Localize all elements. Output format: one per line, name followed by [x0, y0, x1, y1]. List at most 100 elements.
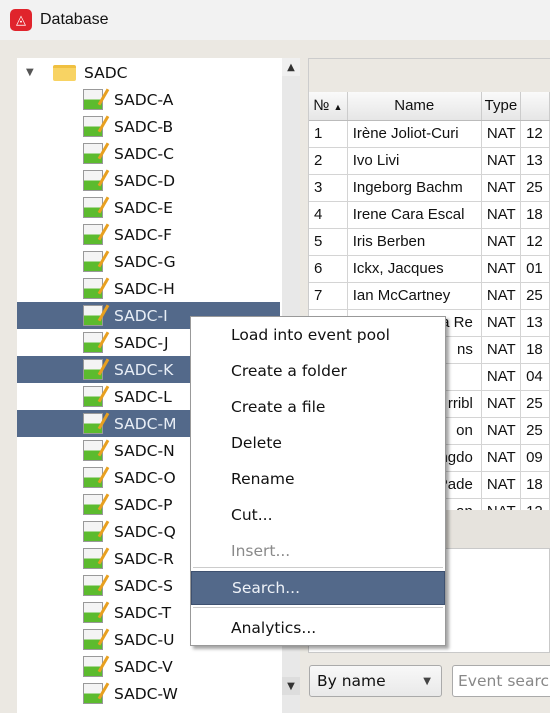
scroll-up-button[interactable]: ▲ [282, 58, 300, 76]
event-file-icon [83, 683, 103, 704]
sort-by-value: By name [317, 672, 386, 690]
event-file-icon [83, 656, 103, 677]
cell-type: NAT [481, 498, 522, 510]
menu-item-delete[interactable]: Delete [191, 426, 445, 460]
table-toolbar-area [308, 58, 550, 92]
tree-item-label: SADC-V [114, 657, 173, 676]
tree-item-label: SADC-C [114, 144, 174, 163]
tree-item[interactable]: SADC-W [17, 680, 280, 707]
column-header-number[interactable]: № ▲ [309, 92, 348, 121]
tree-item-label: SADC-T [114, 603, 172, 622]
cell-number: 7 [309, 282, 348, 310]
menu-item-analytics[interactable]: Analytics... [191, 611, 445, 645]
cell-date: 13 [520, 309, 550, 337]
table-row[interactable]: 6 Ickx, Jacques NAT 01 [309, 255, 550, 283]
tree-item-label: SADC-P [114, 495, 173, 514]
tree-item-label: SADC-O [114, 468, 176, 487]
menu-item-insert: Insert... [231, 542, 291, 560]
cell-type: NAT [481, 336, 522, 364]
tree-item[interactable]: SADC-A [17, 86, 280, 113]
table-row[interactable]: 3 Ingeborg Bachm NAT 25 [309, 174, 550, 202]
column-header-type[interactable]: Type [481, 92, 522, 121]
cell-type: NAT [481, 201, 522, 229]
tree-item-label: SADC-R [114, 549, 174, 568]
event-search-input[interactable]: Event search [452, 665, 550, 697]
cell-name: Irène Joliot-Curi [347, 120, 482, 148]
cell-number: 1 [309, 120, 348, 148]
tree-item[interactable]: SADC-H [17, 275, 280, 302]
tree-item[interactable]: SADC-G [17, 248, 280, 275]
cell-number: 6 [309, 255, 348, 283]
tree-item[interactable]: SADC-V [17, 653, 280, 680]
cell-name: Ivo Livi [347, 147, 482, 175]
tree-item-label: SADC-Q [114, 522, 176, 541]
column-header-name[interactable]: Name [347, 92, 482, 121]
search-placeholder: Event search [458, 672, 550, 690]
tree-root-label: SADC [84, 63, 128, 82]
tree-item-label: SADC-F [114, 225, 172, 244]
event-file-icon [83, 278, 103, 299]
event-file-icon [83, 359, 103, 380]
cell-date: 09 [520, 444, 550, 472]
cell-type: NAT [481, 255, 522, 283]
table-row[interactable]: 7 Ian McCartney NAT 25 [309, 282, 550, 310]
tree-item-label: SADC-G [114, 252, 176, 271]
menu-item-rename[interactable]: Rename [191, 462, 445, 496]
tree-item[interactable]: SADC-E [17, 194, 280, 221]
event-file-icon [83, 251, 103, 272]
column-header-date[interactable] [520, 92, 550, 121]
scroll-down-button[interactable]: ▼ [282, 677, 300, 695]
table-row[interactable]: 1 Irène Joliot-Curi NAT 12 [309, 120, 550, 148]
menu-item-create-a-folder[interactable]: Create a folder [191, 354, 445, 388]
cell-date: 18 [520, 336, 550, 364]
tree-item-label: SADC-I [114, 306, 168, 325]
cell-name: Iris Berben [347, 228, 482, 256]
collapse-arrow-icon[interactable]: ▼ [26, 67, 34, 78]
table-row[interactable]: 4 Irene Cara Escal NAT 18 [309, 201, 550, 229]
tree-item[interactable]: SADC-C [17, 140, 280, 167]
tree-item[interactable]: SADC-F [17, 221, 280, 248]
cell-number: 2 [309, 147, 348, 175]
cell-type: NAT [481, 417, 522, 445]
tree-item-label: SADC-K [114, 360, 174, 379]
event-file-icon [83, 89, 103, 110]
menu-item-create-a-file[interactable]: Create a file [191, 390, 445, 424]
sort-by-select[interactable]: By name ▼ [309, 665, 442, 697]
tree-item-label: SADC-J [114, 333, 169, 352]
cell-type: NAT [481, 471, 522, 499]
event-file-icon [83, 602, 103, 623]
cell-date: 18 [520, 471, 550, 499]
cell-name: Ickx, Jacques [347, 255, 482, 283]
menu-item-load-into-event-pool[interactable]: Load into event pool [191, 318, 445, 352]
tree-item-label: SADC-A [114, 90, 174, 109]
cell-type: NAT [481, 120, 522, 148]
cell-date: 25 [520, 174, 550, 202]
table-row[interactable]: 2 Ivo Livi NAT 13 [309, 147, 550, 175]
tree-item[interactable]: SADC-D [17, 167, 280, 194]
event-file-icon [83, 467, 103, 488]
tree-item-label: SADC-H [114, 279, 175, 298]
menu-item-cut[interactable]: Cut... [191, 498, 445, 532]
cell-date: 12 [520, 228, 550, 256]
cell-date: 25 [520, 417, 550, 445]
cell-number: 5 [309, 228, 348, 256]
cell-type: NAT [481, 228, 522, 256]
table-row[interactable]: 5 Iris Berben NAT 12 [309, 228, 550, 256]
event-file-icon [83, 413, 103, 434]
cell-type: NAT [481, 444, 522, 472]
tree-root-node[interactable]: ▼ SADC [17, 59, 280, 86]
menu-item-search[interactable]: Search... [191, 571, 445, 605]
cell-type: NAT [481, 174, 522, 202]
tree-item-label: SADC-M [114, 414, 177, 433]
cell-number: 4 [309, 201, 348, 229]
cell-name: Ingeborg Bachm [347, 174, 482, 202]
cell-date: 04 [520, 363, 550, 391]
cell-type: NAT [481, 363, 522, 391]
menu-separator [193, 567, 443, 568]
app-logo-icon: ◬ [10, 9, 32, 31]
event-file-icon [83, 224, 103, 245]
cell-date: 12 [520, 498, 550, 510]
cell-type: NAT [481, 282, 522, 310]
tree-item[interactable]: SADC-B [17, 113, 280, 140]
tree-item-label: SADC-L [114, 387, 172, 406]
